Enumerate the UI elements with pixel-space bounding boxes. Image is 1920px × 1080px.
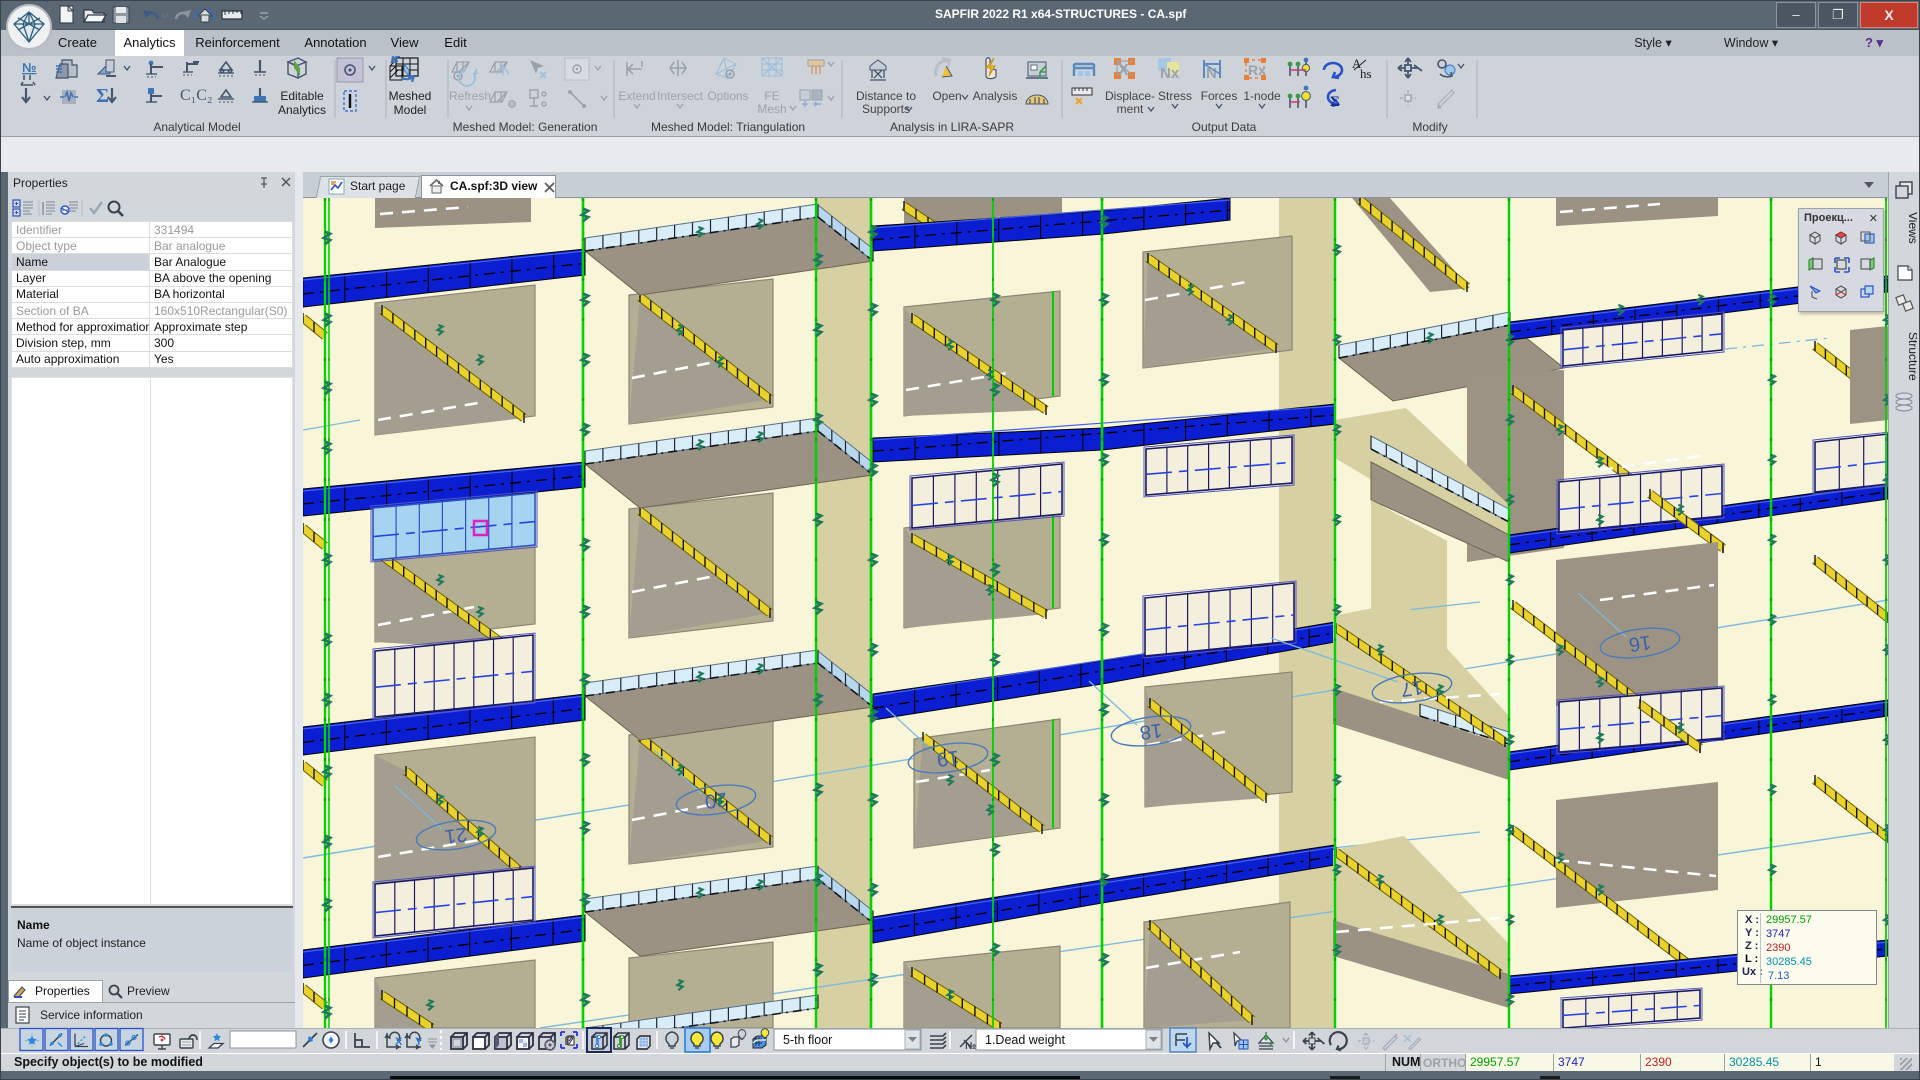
svg-text:X: X: [395, 1036, 403, 1048]
svg-text:5-th floor: 5-th floor: [783, 1033, 832, 1047]
svg-text:1.Dead weight: 1.Dead weight: [985, 1033, 1065, 1047]
svg-text:№: №: [965, 1041, 976, 1052]
svg-text:Y: Y: [415, 1036, 423, 1048]
